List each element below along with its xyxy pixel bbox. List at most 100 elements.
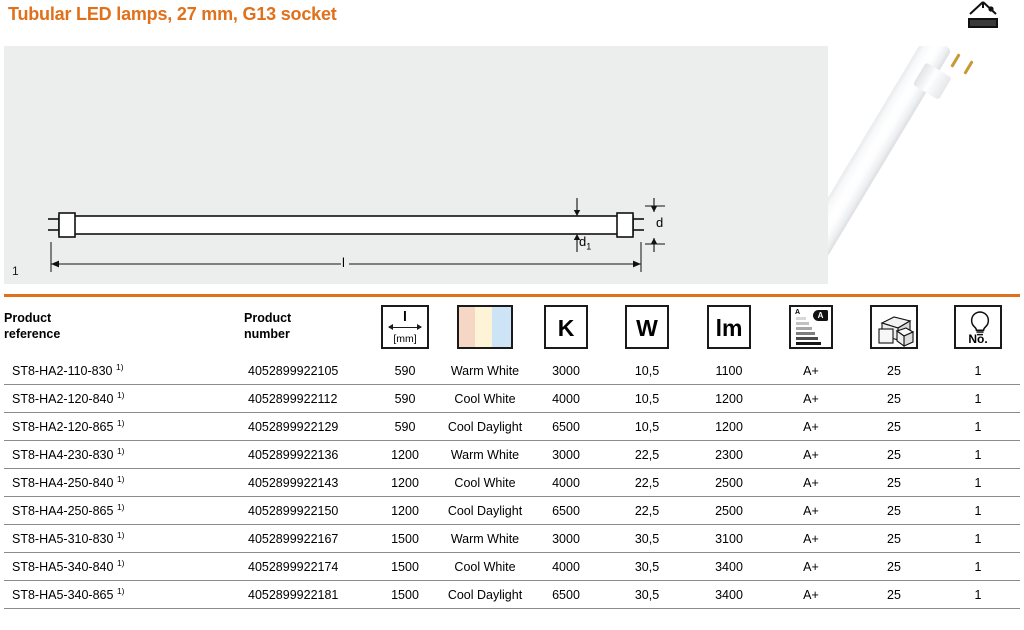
- cell-length: 590: [366, 384, 444, 413]
- lumen-icon: lm: [707, 305, 751, 349]
- cell-lumen: 1200: [688, 384, 770, 413]
- energy-bar-4: [796, 332, 815, 335]
- lamp-number-icon: No.: [954, 305, 1002, 349]
- dimension-label-length: l: [342, 255, 345, 270]
- table-bottom-border: [4, 608, 1020, 609]
- cell-number: 1: [936, 468, 1020, 497]
- footnote-marker: 1): [116, 586, 125, 597]
- cell-length: 1500: [366, 580, 444, 608]
- cell-product-number: 4052899922105: [248, 363, 339, 378]
- energy-bar-1: [796, 317, 806, 320]
- cell-number: 1: [974, 363, 982, 378]
- dimension-label-d: d: [656, 215, 664, 230]
- header-kelvin: K: [526, 297, 606, 357]
- cell-kelvin: 6500: [526, 580, 606, 608]
- cell-product-number: 4052899922143: [244, 468, 366, 497]
- table-row[interactable]: ST8-HA2-110-830 1) 4052899922105 590 War…: [4, 357, 1020, 385]
- header-product-reference-line2: reference: [4, 327, 61, 341]
- header-length: l [mm]: [366, 297, 444, 357]
- cell-energy-class: A+: [803, 363, 819, 378]
- footnote-marker: 1): [116, 446, 125, 457]
- cell-color: Cool Daylight: [444, 412, 526, 441]
- footnote-marker: 1): [116, 362, 124, 373]
- cell-length: 590: [366, 412, 444, 441]
- g13-pin-left: [950, 53, 961, 68]
- cell-watt: 22,5: [606, 468, 688, 497]
- cell-energy-class: A+: [770, 552, 852, 581]
- product-photo: [828, 46, 1020, 284]
- cell-color: Cool White: [444, 384, 526, 413]
- cell-product-number: 4052899922112: [244, 384, 366, 413]
- header-watt: W: [606, 297, 688, 357]
- energy-bar-6: [796, 342, 821, 345]
- cell-energy-class: A+: [770, 440, 852, 469]
- table-row[interactable]: ST8-HA5-340-840 1) 4052899922174 1500 Co…: [4, 552, 1020, 581]
- g13-pin-right: [963, 60, 974, 75]
- cell-product-number: 4052899922181: [244, 580, 366, 608]
- cell-color: Warm White: [444, 440, 526, 469]
- footnote-marker: 1): [116, 558, 125, 569]
- cell-packaging: 25: [852, 468, 936, 497]
- table-row[interactable]: ST8-HA5-310-830 1) 4052899922167 1500 Wa…: [4, 524, 1020, 553]
- cell-energy-class: A+: [770, 496, 852, 525]
- footnote-marker: 1): [116, 530, 125, 541]
- cell-product-reference: ST8-HA4-250-840 1): [4, 468, 244, 497]
- header-lumen: lm: [688, 297, 770, 357]
- table-row[interactable]: ST8-HA4-250-840 1) 4052899922143 1200 Co…: [4, 468, 1020, 497]
- header-product-reference: Product reference: [4, 297, 244, 357]
- cell-number: 1: [936, 412, 1020, 441]
- cell-energy-class: A+: [770, 580, 852, 608]
- cell-watt: 30,5: [606, 524, 688, 553]
- header-energy-class: A A: [770, 297, 852, 357]
- cell-product-reference: ST8-HA4-250-865 1): [4, 496, 244, 525]
- cell-number: 1: [936, 384, 1020, 413]
- cell-color: Cool Daylight: [444, 496, 526, 525]
- cell-packaging: 25: [852, 384, 936, 413]
- energy-letter-a: A: [795, 309, 801, 316]
- cell-color: Warm White: [444, 524, 526, 553]
- table-header-row: Product reference Product number l [mm] …: [4, 297, 1020, 357]
- packaging-unit-icon: [870, 305, 918, 349]
- footnote-marker: 1): [116, 418, 125, 429]
- cell-product-number: 4052899922167: [244, 524, 366, 553]
- table-row[interactable]: ST8-HA4-230-830 1) 4052899922136 1200 Wa…: [4, 440, 1020, 469]
- header-packaging: [852, 297, 936, 357]
- cell-length: 1500: [366, 524, 444, 553]
- cell-product-reference: ST8-HA5-310-830 1): [4, 524, 244, 553]
- table-row[interactable]: ST8-HA5-340-865 1) 4052899922181 1500 Co…: [4, 580, 1020, 608]
- table-row[interactable]: ST8-HA4-250-865 1) 4052899922150 1200 Co…: [4, 496, 1020, 525]
- energy-bar-3: [796, 327, 812, 330]
- cell-product-number: 4052899922129: [244, 412, 366, 441]
- cell-length: 590: [394, 363, 416, 378]
- cell-number: 1: [936, 440, 1020, 469]
- cell-number: 1: [936, 552, 1020, 581]
- cell-number: 1: [936, 496, 1020, 525]
- cell-kelvin: 4000: [526, 384, 606, 413]
- energy-class-badge: A: [813, 310, 828, 321]
- cell-watt: 22,5: [606, 496, 688, 525]
- cell-packaging: 25: [852, 412, 936, 441]
- cell-number: 1: [936, 524, 1020, 553]
- length-icon: l [mm]: [381, 305, 429, 349]
- cell-packaging: 25: [852, 580, 936, 608]
- cell-lumen: 3400: [688, 580, 770, 608]
- cell-watt: 10,5: [634, 363, 660, 378]
- header-product-number-line2: number: [244, 327, 290, 341]
- cell-product-reference: ST8-HA2-110-830 1): [12, 362, 124, 379]
- table-row[interactable]: ST8-HA2-120-865 1) 4052899922129 590 Coo…: [4, 412, 1020, 441]
- length-symbol: l: [403, 308, 407, 324]
- cell-kelvin: 6500: [526, 496, 606, 525]
- footnote-marker: 1): [116, 474, 125, 485]
- cell-lumen: 3400: [688, 552, 770, 581]
- cell-energy-class: A+: [770, 412, 852, 441]
- cell-product-reference: ST8-HA4-230-830 1): [4, 440, 244, 469]
- cell-kelvin: 3000: [552, 363, 580, 378]
- cell-watt: 22,5: [606, 440, 688, 469]
- table-row[interactable]: ST8-HA2-120-840 1) 4052899922112 590 Coo…: [4, 384, 1020, 413]
- cell-kelvin: 4000: [526, 552, 606, 581]
- cell-product-number: 4052899922174: [244, 552, 366, 581]
- header-product-reference-line1: Product: [4, 311, 52, 326]
- table-body: ST8-HA2-110-830 1) 4052899922105 590 War…: [4, 357, 1020, 608]
- product-image-band: l d1 d 1: [4, 46, 1020, 284]
- cell-energy-class: A+: [770, 468, 852, 497]
